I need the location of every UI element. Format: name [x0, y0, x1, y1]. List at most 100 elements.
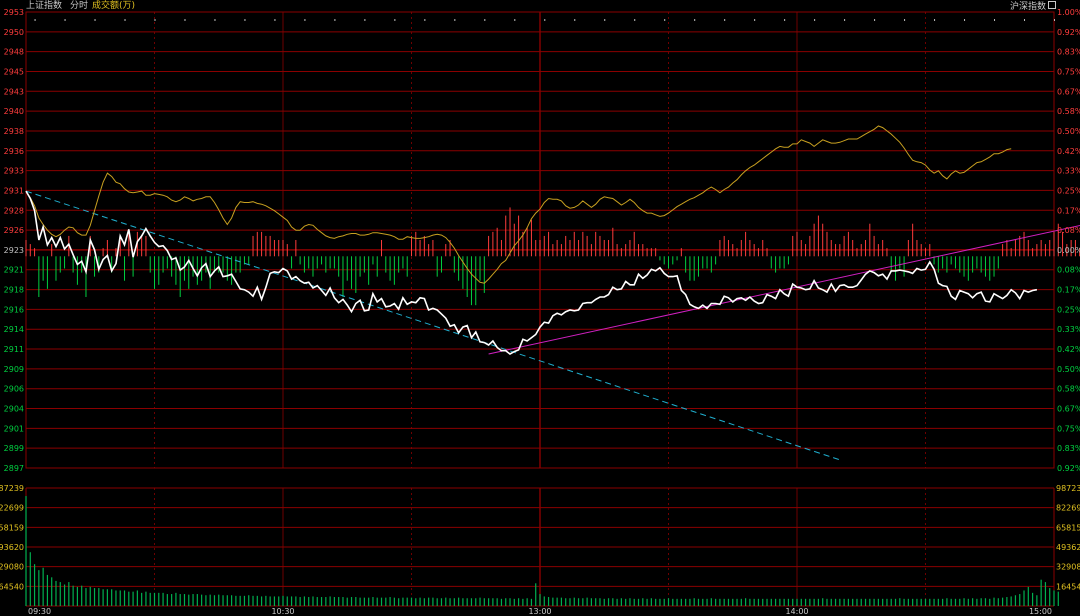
left-tick-label: 2933 — [4, 167, 24, 176]
tick-marker — [514, 19, 516, 21]
right-tick-label: 0.25% — [1057, 305, 1080, 314]
right-tick-label: 0.33% — [1057, 325, 1080, 334]
volume-bars — [25, 496, 1059, 606]
tick-marker — [94, 19, 96, 21]
time-label: 14:00 — [785, 607, 808, 616]
mode-label[interactable]: 分时 — [70, 1, 88, 11]
tick-marker — [1054, 19, 1055, 21]
left-tick-label: 2918 — [4, 286, 24, 295]
right-tick-label: 0.17% — [1057, 206, 1080, 215]
left-tick-label: 2921 — [4, 266, 24, 275]
tick-marker — [154, 19, 156, 21]
volume-tick-label: 329080 — [1056, 563, 1080, 572]
right-tick-label: 0.25% — [1057, 186, 1080, 195]
volume-tick-label: 822699 — [0, 504, 24, 513]
left-tick-label: 2899 — [4, 444, 24, 453]
grid — [25, 11, 1055, 607]
right-tick-label: 0.33% — [1057, 167, 1080, 176]
tick-marker — [694, 19, 696, 21]
right-tick-label: 0.08% — [1057, 226, 1080, 235]
left-tick-label: 2904 — [4, 405, 24, 414]
right-tick-label: 0.50% — [1057, 127, 1080, 136]
left-tick-label: 2914 — [4, 325, 24, 334]
intraday-chart[interactable]: 2953 2950 2948 2945 2943 2940 2938 2936 2933 2931… — [0, 0, 1080, 616]
left-tick-label: 2911 — [4, 345, 24, 354]
tick-marker — [394, 19, 396, 21]
right-tick-label: 0.67% — [1057, 87, 1080, 96]
right-tick-label: 0.08% — [1057, 266, 1080, 275]
tick-marker — [874, 19, 876, 21]
volume-tick-label: 164540 — [0, 582, 24, 591]
left-tick-label: 2916 — [4, 305, 24, 314]
tick-marker — [994, 19, 996, 21]
tick-marker — [604, 19, 606, 21]
volume-tick-label: 658159 — [1056, 523, 1080, 532]
volume-tick-label: 987239 — [1056, 484, 1080, 493]
tick-marker — [124, 19, 126, 21]
volume-tick-label: 493620 — [0, 543, 24, 552]
volume-label: 成交额(万) — [92, 1, 136, 11]
right-tick-label: 0.75% — [1057, 424, 1080, 433]
tick-marker — [634, 19, 636, 21]
right-percent-axis: 1.00% 0.92% 0.83% 0.75% 0.67% 0.58% 0.50% 0.42%… — [1057, 8, 1080, 473]
right-tick-label: 1.00% — [1057, 8, 1080, 17]
time-label: 10:30 — [271, 607, 294, 616]
checkbox-icon[interactable] — [1048, 1, 1056, 9]
tick-marker — [364, 19, 366, 21]
tick-marker — [214, 19, 216, 21]
tick-marker — [754, 19, 756, 21]
right-index-label: 沪深指数 — [1009, 2, 1046, 12]
right-tick-label: 0.92% — [1057, 464, 1080, 473]
tick-marker — [964, 19, 966, 21]
left-tick-label: 2945 — [4, 67, 24, 76]
tick-marker — [274, 19, 276, 21]
left-tick-label: 2931 — [4, 186, 24, 195]
left-tick-label: 2953 — [4, 8, 24, 17]
tick-marker — [724, 19, 726, 21]
uptrend-line — [488, 224, 1080, 355]
tick-marker — [334, 19, 336, 21]
index-name[interactable]: 上证指数 — [26, 1, 62, 11]
time-label: 13:00 — [528, 607, 551, 616]
tick-marker — [934, 19, 936, 21]
right-tick-label: 0.92% — [1057, 28, 1080, 37]
tick-marker — [904, 19, 906, 21]
right-tick-label: 0.17% — [1057, 286, 1080, 295]
left-tick-label: 2936 — [4, 147, 24, 156]
right-tick-label: 0.58% — [1057, 385, 1080, 394]
volume-tick-label: 493620 — [1056, 543, 1080, 552]
left-tick-label: 2928 — [4, 206, 24, 215]
right-tick-label: 0.50% — [1057, 365, 1080, 374]
tick-marker — [34, 19, 36, 21]
volume-tick-label: 329080 — [0, 563, 24, 572]
left-tick-label: 2943 — [4, 87, 24, 96]
time-label: 15:00 — [1029, 607, 1052, 616]
right-tick-label: 0.83% — [1057, 444, 1080, 453]
left-tick-label: 2948 — [4, 48, 24, 57]
tick-marker — [244, 19, 246, 21]
tick-marker — [574, 19, 576, 21]
average-price-line — [25, 125, 1012, 284]
change-bars — [25, 207, 1080, 306]
left-tick-label: 2938 — [4, 127, 24, 136]
tick-marker — [784, 19, 786, 21]
right-tick-label: 0.42% — [1057, 345, 1080, 354]
trend-lines — [25, 190, 1080, 461]
left-tick-label: 2906 — [4, 385, 24, 394]
volume-tick-label: 164540 — [1056, 582, 1080, 591]
volume-tick-label: 987239 — [0, 484, 24, 493]
tick-marker — [424, 19, 426, 21]
right-tick-label: 0.75% — [1057, 67, 1080, 76]
volume-tick-label: 658159 — [0, 523, 24, 532]
left-tick-label: 2926 — [4, 226, 24, 235]
volume-tick-label: 822699 — [1056, 504, 1080, 513]
tick-marker — [484, 19, 486, 21]
right-tick-label: 0.58% — [1057, 107, 1080, 116]
tick-marker — [814, 19, 816, 21]
right-tick-label: 0.42% — [1057, 147, 1080, 156]
tick-marker — [304, 19, 306, 21]
chart-header: 上证指数 分时 成交额(万) — [26, 1, 135, 12]
left-tick-label: 2909 — [4, 365, 24, 374]
right-header[interactable]: 沪深指数 — [1010, 1, 1056, 13]
left-tick-label: 2940 — [4, 107, 24, 116]
